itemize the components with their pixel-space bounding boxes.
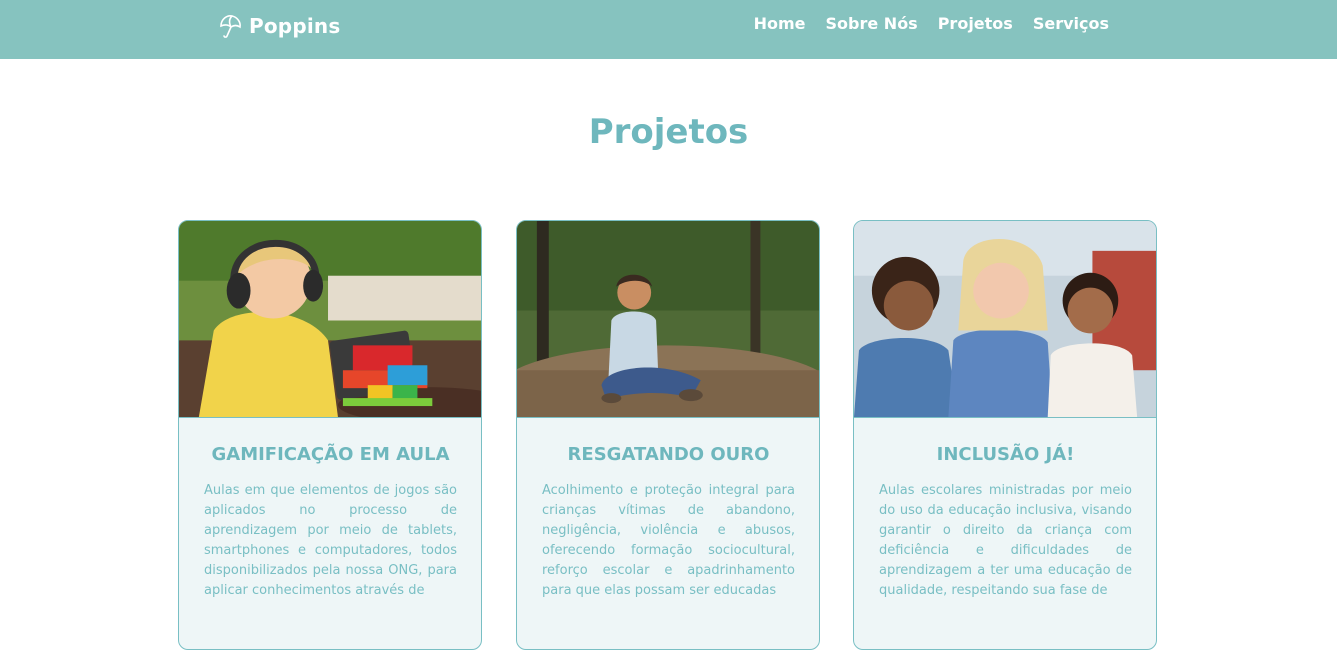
card-description: Acolhimento e proteção integral para cri… xyxy=(542,483,795,598)
child-sitting-outdoors-image xyxy=(517,221,819,418)
nav-link-projetos[interactable]: Projetos xyxy=(938,14,1013,33)
nav-link-home[interactable]: Home xyxy=(754,14,806,33)
child-with-headphones-image xyxy=(179,221,481,418)
project-card-gamificacao: GAMIFICAÇÃO EM AULA Aulas em que element… xyxy=(178,220,482,650)
navbar: Poppins Home Sobre Nós Projetos Serviços xyxy=(0,0,1337,59)
nav-link-sobre-nos[interactable]: Sobre Nós xyxy=(826,14,918,33)
card-description: Aulas em que elementos de jogos são apli… xyxy=(204,483,457,598)
card-description: Aulas escolares ministradas por meio do … xyxy=(879,483,1132,598)
umbrella-icon xyxy=(218,13,244,39)
main-nav: Home Sobre Nós Projetos Serviços xyxy=(754,14,1109,33)
three-children-smiling-image xyxy=(854,221,1156,418)
brand-name: Poppins xyxy=(249,14,341,38)
brand-logo[interactable]: Poppins xyxy=(218,11,340,41)
card-title: RESGATANDO OURO xyxy=(567,444,770,465)
page-title: Projetos xyxy=(588,112,749,152)
project-card-inclusao-ja: INCLUSÃO JÁ! Aulas escolares ministradas… xyxy=(853,220,1157,650)
card-title: INCLUSÃO JÁ! xyxy=(936,444,1075,465)
nav-link-servicos[interactable]: Serviços xyxy=(1033,14,1109,33)
project-card-resgatando-ouro: RESGATANDO OURO Acolhimento e proteção i… xyxy=(516,220,820,650)
card-title: GAMIFICAÇÃO EM AULA xyxy=(211,444,450,465)
